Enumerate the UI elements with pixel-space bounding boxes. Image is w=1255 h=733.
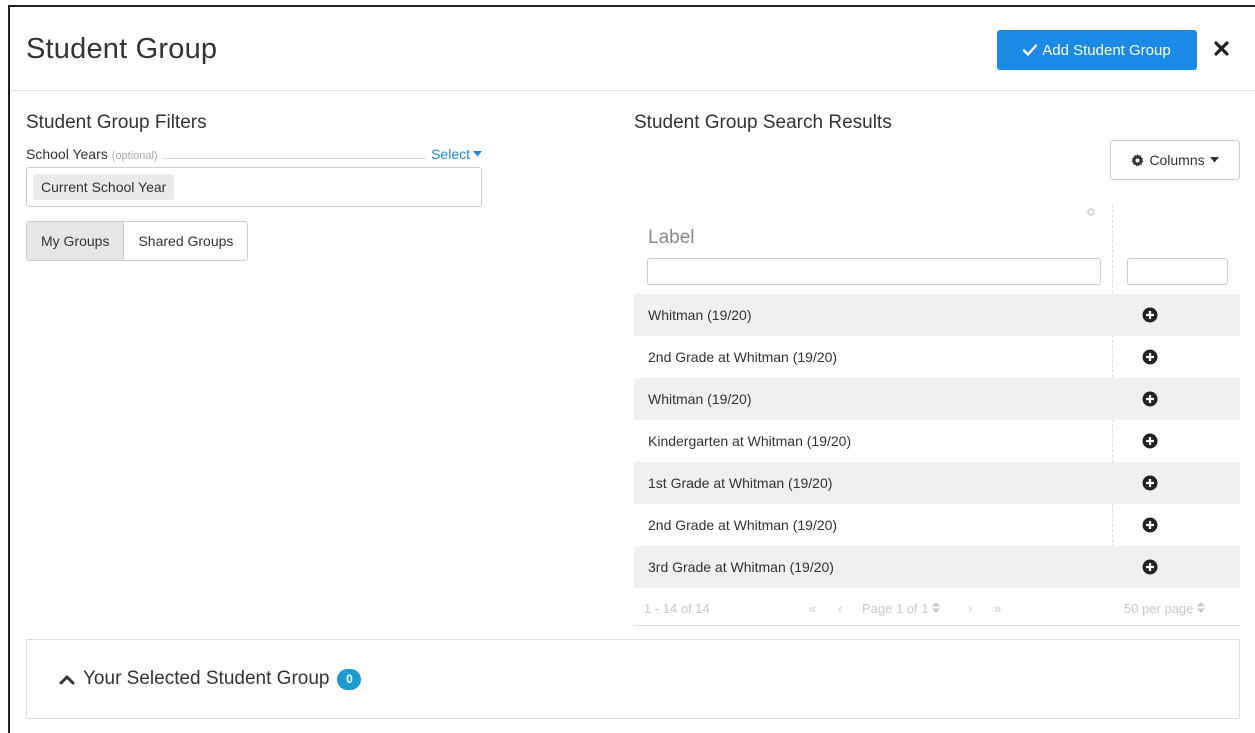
school-years-row: School Years (optional) Select bbox=[26, 146, 482, 166]
per-page-select[interactable]: 50 per page bbox=[1124, 601, 1206, 616]
prev-page-button[interactable]: ‹ bbox=[838, 601, 842, 616]
columns-button[interactable]: Columns bbox=[1110, 140, 1240, 180]
dotted-leader bbox=[163, 149, 426, 159]
table-row: 3rd Grade at Whitman (19/20) bbox=[634, 546, 1240, 588]
gear-icon bbox=[1131, 153, 1144, 167]
sort-icon bbox=[1197, 602, 1206, 613]
table-row: 2nd Grade at Whitman (19/20) bbox=[634, 336, 1240, 378]
table-row: Whitman (19/20) bbox=[634, 378, 1240, 420]
table-row: 1st Grade at Whitman (19/20) bbox=[634, 462, 1240, 504]
pagination-range: 1 - 14 of 14 bbox=[644, 601, 710, 616]
plus-circle-icon[interactable] bbox=[1142, 475, 1158, 491]
results-rows: Whitman (19/20) 2nd Grade at Whitman (19… bbox=[634, 294, 1240, 588]
plus-circle-icon[interactable] bbox=[1142, 391, 1158, 407]
plus-circle-icon[interactable] bbox=[1142, 517, 1158, 533]
school-years-select[interactable]: Select bbox=[431, 146, 482, 162]
gear-icon[interactable] bbox=[1086, 207, 1096, 217]
row-label: 3rd Grade at Whitman (19/20) bbox=[648, 559, 834, 575]
row-label: 2nd Grade at Whitman (19/20) bbox=[648, 517, 838, 533]
row-label: 2nd Grade at Whitman (19/20) bbox=[648, 349, 838, 365]
school-years-field[interactable]: Current School Year bbox=[26, 167, 482, 207]
label-filter-input[interactable] bbox=[647, 258, 1101, 285]
last-page-button[interactable]: » bbox=[994, 601, 1001, 616]
label-column-header[interactable]: Label bbox=[648, 227, 695, 249]
results-table: Label Whitman (19/20) 2nd Grade at Whitm… bbox=[634, 205, 1240, 626]
selected-group-toggle[interactable]: Your Selected Student Group 0 bbox=[59, 668, 362, 690]
plus-circle-icon[interactable] bbox=[1142, 307, 1158, 323]
table-row: 2nd Grade at Whitman (19/20) bbox=[634, 504, 1240, 546]
modal: Student Group Add Student Group Student … bbox=[8, 5, 1255, 733]
page-title: Student Group bbox=[26, 33, 218, 65]
chevron-up-icon bbox=[59, 675, 75, 684]
selected-group-title: Your Selected Student Group bbox=[83, 668, 330, 689]
caret-down-icon bbox=[473, 151, 482, 157]
tab-shared-groups[interactable]: Shared Groups bbox=[123, 222, 248, 260]
sort-icon bbox=[932, 602, 941, 613]
plus-circle-icon[interactable] bbox=[1142, 559, 1158, 575]
row-label: Whitman (19/20) bbox=[648, 307, 752, 323]
selected-count-badge: 0 bbox=[337, 668, 362, 690]
caret-down-icon bbox=[1209, 157, 1219, 163]
plus-circle-icon[interactable] bbox=[1142, 433, 1158, 449]
select-label: Select bbox=[431, 146, 470, 162]
page-indicator-label: Page 1 of 1 bbox=[862, 601, 929, 616]
results-title: Student Group Search Results bbox=[634, 112, 892, 133]
optional-label: (optional) bbox=[111, 150, 158, 162]
add-student-group-label: Add Student Group bbox=[1042, 41, 1171, 59]
check-icon bbox=[1023, 44, 1038, 56]
modal-header: Student Group Add Student Group bbox=[10, 7, 1255, 91]
tab-my-groups[interactable]: My Groups bbox=[27, 222, 124, 260]
school-year-chip[interactable]: Current School Year bbox=[33, 174, 175, 200]
plus-circle-icon[interactable] bbox=[1142, 349, 1158, 365]
per-page-label: 50 per page bbox=[1124, 601, 1194, 616]
filters-title: Student Group Filters bbox=[26, 112, 207, 133]
selected-group-panel: Your Selected Student Group 0 bbox=[26, 639, 1240, 719]
columns-label: Columns bbox=[1149, 152, 1205, 168]
page-indicator[interactable]: Page 1 of 1 bbox=[862, 601, 941, 616]
add-student-group-button[interactable]: Add Student Group bbox=[997, 30, 1197, 70]
first-page-button[interactable]: « bbox=[809, 601, 816, 616]
pagination-bar: 1 - 14 of 14 « ‹ Page 1 of 1 › » 50 per … bbox=[634, 592, 1240, 626]
close-icon bbox=[1213, 40, 1229, 56]
school-years-label: School Years bbox=[26, 146, 108, 162]
table-row: Kindergarten at Whitman (19/20) bbox=[634, 420, 1240, 462]
close-button[interactable] bbox=[1210, 37, 1232, 59]
group-scope-toggle: My Groups Shared Groups bbox=[26, 221, 249, 261]
table-row: Whitman (19/20) bbox=[634, 294, 1240, 336]
row-label: Whitman (19/20) bbox=[648, 391, 752, 407]
next-page-button[interactable]: › bbox=[968, 601, 972, 616]
row-label: Kindergarten at Whitman (19/20) bbox=[648, 433, 852, 449]
row-label: 1st Grade at Whitman (19/20) bbox=[648, 475, 833, 491]
action-filter-input[interactable] bbox=[1127, 258, 1228, 285]
